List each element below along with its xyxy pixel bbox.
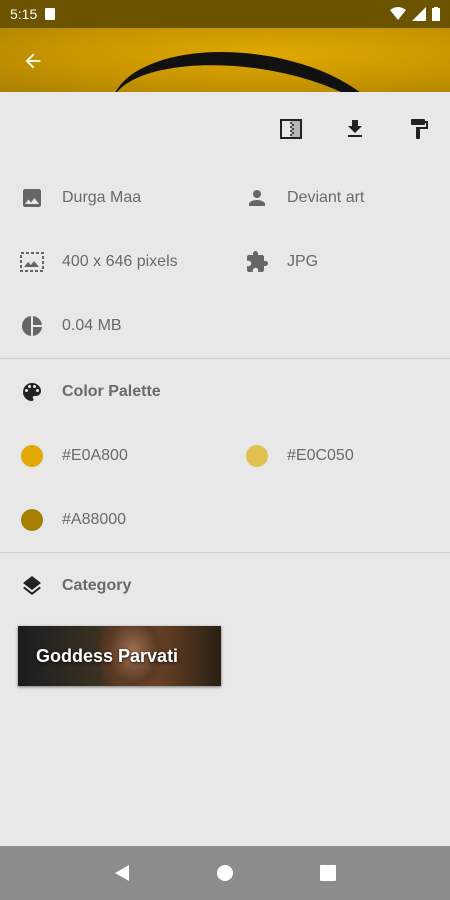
- category-heading-cell: Category: [18, 566, 131, 606]
- category-header: Category: [0, 566, 450, 606]
- resolution-cell: 400 x 646 pixels: [18, 242, 178, 282]
- palette-icon: [23, 383, 41, 401]
- color-swatch-item[interactable]: #A88000: [18, 500, 126, 540]
- size-cell: 0.04 MB: [18, 306, 122, 346]
- header-artwork: [101, 35, 399, 92]
- arrow-back-icon: [25, 53, 41, 69]
- wallpaper-header: [0, 28, 450, 92]
- set-wallpaper-button[interactable]: [274, 112, 308, 146]
- color-hex: #E0A800: [62, 447, 128, 464]
- signal-icon: [412, 7, 426, 21]
- category-card[interactable]: Goddess Parvati: [18, 626, 221, 686]
- paint-roller-icon: [411, 119, 428, 139]
- action-toolbar: [274, 112, 436, 146]
- triangle-back-icon: [114, 865, 129, 881]
- set-wallpaper-icon: [280, 119, 302, 139]
- status-bar: 5:15: [0, 0, 450, 28]
- person-icon: [249, 190, 265, 206]
- image-icon: [23, 189, 41, 207]
- pie-chart-icon: [22, 316, 42, 336]
- status-icons: [390, 7, 440, 21]
- color-hex: #A88000: [62, 511, 127, 528]
- info-row-1: Durga Maa Deviant art: [0, 178, 450, 218]
- wallpaper-format: JPG: [287, 253, 319, 270]
- wallpaper-size: 0.04 MB: [62, 317, 122, 334]
- color-swatch: [21, 509, 43, 531]
- divider: [0, 552, 450, 553]
- wallpaper-resolution: 400 x 646 pixels: [62, 253, 178, 270]
- download-icon: [348, 120, 362, 137]
- status-time: 5:15: [10, 6, 38, 22]
- color-swatch: [21, 445, 43, 467]
- palette-header: Color Palette: [0, 372, 450, 412]
- nav-back-button[interactable]: [107, 858, 137, 888]
- layers-icon: [23, 576, 41, 595]
- nav-recents-button[interactable]: [313, 858, 343, 888]
- palette-row-1: #E0A800 #E0C050: [0, 436, 450, 476]
- square-recents-icon: [320, 865, 337, 881]
- category-heading: Category: [62, 577, 132, 594]
- palette-heading-cell: Color Palette: [18, 372, 161, 412]
- color-swatch-item[interactable]: #E0C050: [243, 436, 354, 476]
- info-row-2: 400 x 646 pixels JPG: [0, 242, 450, 282]
- battery-icon: [432, 7, 440, 21]
- category-label: Goddess Parvati: [36, 645, 179, 666]
- system-nav-bar: [0, 846, 450, 900]
- color-hex: #E0C050: [287, 447, 354, 464]
- info-row-3: 0.04 MB: [0, 306, 450, 346]
- wifi-icon: [390, 7, 406, 20]
- back-button[interactable]: [18, 46, 48, 76]
- wallpaper-author: Deviant art: [287, 189, 365, 206]
- edit-button[interactable]: [402, 112, 436, 146]
- author-cell: Deviant art: [243, 178, 364, 218]
- palette-row-2: #A88000: [0, 500, 450, 540]
- color-swatch: [246, 445, 268, 467]
- extension-icon: [247, 251, 268, 272]
- nav-home-button[interactable]: [210, 858, 240, 888]
- circle-home-icon: [216, 865, 233, 881]
- wallpaper-title: Durga Maa: [62, 189, 142, 206]
- download-button[interactable]: [338, 112, 372, 146]
- color-swatch-item[interactable]: #E0A800: [18, 436, 128, 476]
- sd-card-icon: [45, 8, 56, 20]
- palette-heading: Color Palette: [62, 383, 161, 400]
- title-cell: Durga Maa: [18, 178, 141, 218]
- resolution-icon: [20, 252, 44, 272]
- divider: [0, 358, 450, 359]
- format-cell: JPG: [243, 242, 318, 282]
